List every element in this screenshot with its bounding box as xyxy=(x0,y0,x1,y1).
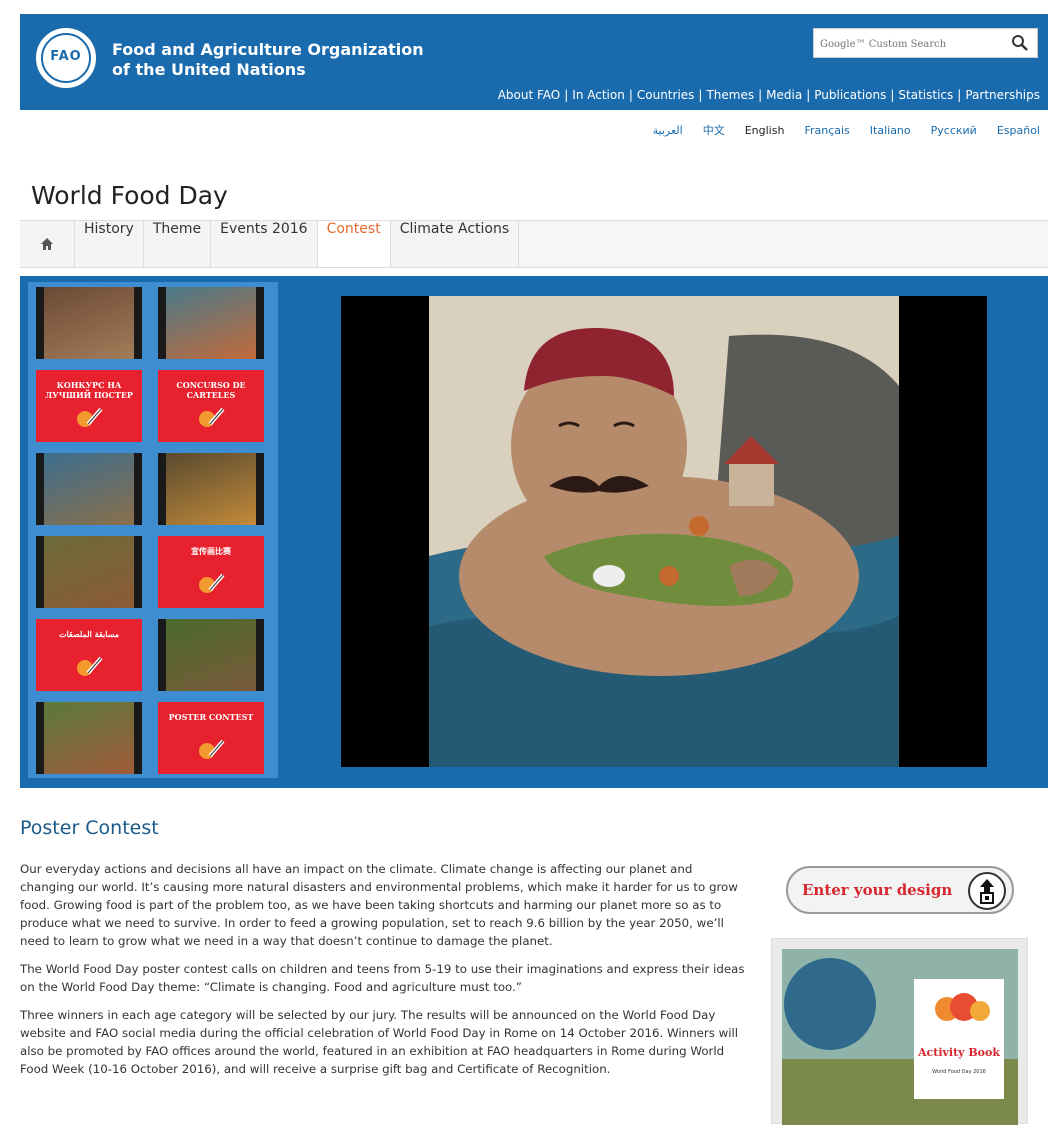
pencil-icon xyxy=(77,407,103,427)
thumbnail-image xyxy=(44,702,134,774)
gallery-thumbnail[interactable] xyxy=(36,702,142,774)
thumbnail-label: КОНКУРС НА ЛУЧШИЙ ПОСТЕР xyxy=(45,380,133,400)
nav-link-publications[interactable]: Publications xyxy=(814,88,886,102)
paragraph: Three winners in each age category will … xyxy=(20,1008,739,1076)
gallery-thumbnail[interactable] xyxy=(158,453,264,525)
search-box xyxy=(813,28,1038,58)
nav-separator: | xyxy=(957,88,962,102)
site-header: FAO Food and Agriculture Organization of… xyxy=(20,14,1048,110)
gallery-thumbnail[interactable]: مسابقة الملصقات xyxy=(36,619,142,691)
org-name-line1: Food and Agriculture Organization xyxy=(112,40,424,59)
thumbnail-image xyxy=(166,453,256,525)
nav-link-media[interactable]: Media xyxy=(766,88,802,102)
nav-separator: | xyxy=(628,88,633,102)
nav-link-partnerships[interactable]: Partnerships xyxy=(965,88,1040,102)
nav-link-countries[interactable]: Countries xyxy=(637,88,695,102)
thumbnail-image: مسابقة الملصقات xyxy=(36,619,142,691)
language-selector: العربية 中文 English Français Italiano Русский E… xyxy=(633,122,1040,138)
search-icon[interactable] xyxy=(1011,34,1029,52)
language-option[interactable]: 中文 xyxy=(703,124,725,137)
language-option[interactable]: Русский xyxy=(931,124,977,137)
gallery-thumbnail[interactable] xyxy=(36,287,142,359)
gallery-thumbnail[interactable]: КОНКУРС НА ЛУЧШИЙ ПОСТЕР xyxy=(36,370,142,442)
featured-poster[interactable] xyxy=(341,296,987,767)
thumbnail-image xyxy=(44,287,134,359)
pencil-icon xyxy=(77,656,103,676)
nav-separator: | xyxy=(806,88,811,102)
nav-link-about-fao[interactable]: About FAO xyxy=(498,88,561,102)
thumbnail-label: 宣传画比赛 xyxy=(191,546,231,556)
thumbnail-label: CONCURSO DE CARTELES xyxy=(176,380,246,400)
poster-gallery: КОНКУРС НА ЛУЧШИЙ ПОСТЕР CONCURSO DE CART… xyxy=(20,276,1048,788)
tab-contest[interactable]: Contest xyxy=(317,221,391,267)
pencil-icon xyxy=(199,573,225,593)
language-option[interactable]: العربية xyxy=(653,124,683,137)
pencil-icon xyxy=(199,739,225,759)
tab-history[interactable]: History xyxy=(75,221,144,267)
activity-book-title: Activity Book xyxy=(917,1046,1000,1059)
nav-link-themes[interactable]: Themes xyxy=(706,88,754,102)
activity-book-subtitle: World Food Day 2016 xyxy=(932,1069,986,1075)
gallery-thumbnail[interactable]: CONCURSO DE CARTELES xyxy=(158,370,264,442)
thumbnail-image: POSTER CONTEST xyxy=(158,702,264,774)
section-title: Poster Contest xyxy=(20,817,159,839)
thumbnail-image xyxy=(44,453,134,525)
paragraph: The World Food Day poster contest calls … xyxy=(20,962,745,994)
fao-logo[interactable]: FAO xyxy=(36,28,96,88)
featured-poster-image xyxy=(429,296,899,767)
language-option[interactable]: Français xyxy=(804,124,849,137)
sub-navigation: History Theme Events 2016 Contest Climate Ac… xyxy=(20,220,1048,268)
nav-separator: | xyxy=(698,88,703,102)
gallery-thumbnail[interactable] xyxy=(158,287,264,359)
nav-separator: | xyxy=(564,88,569,102)
nav-link-statistics[interactable]: Statistics xyxy=(898,88,953,102)
pencil-icon xyxy=(199,407,225,427)
thumbnail-image: CONCURSO DE CARTELES xyxy=(158,370,264,442)
enter-button-label: Enter your design xyxy=(802,881,953,899)
activity-book-cover: Activity Book World Food Day 2016 xyxy=(782,949,1018,1125)
upload-icon xyxy=(968,872,1006,910)
thumbnail-image xyxy=(166,287,256,359)
thumbnail-label: مسابقة الملصقات xyxy=(58,629,120,639)
home-icon xyxy=(41,238,53,250)
thumbnail-image xyxy=(166,619,256,691)
language-option[interactable]: Español xyxy=(997,124,1040,137)
thumbnail-image xyxy=(44,536,134,608)
tab-climate-actions[interactable]: Climate Actions xyxy=(390,221,520,267)
nav-link-in-action[interactable]: In Action xyxy=(572,88,625,102)
thumbnail-label: POSTER CONTEST xyxy=(168,712,254,722)
tab-events-2016[interactable]: Events 2016 xyxy=(211,221,318,267)
top-nav: About FAO | In Action | Countries | Themes | Med… xyxy=(498,88,1040,102)
gallery-thumbnail[interactable]: POSTER CONTEST xyxy=(158,702,264,774)
paragraph: Our everyday actions and decisions all h… xyxy=(20,862,738,948)
contest-description: Our everyday actions and decisions all h… xyxy=(20,860,750,1088)
search-input[interactable] xyxy=(820,34,1000,54)
org-name[interactable]: Food and Agriculture Organization of the… xyxy=(112,40,424,80)
page-title: World Food Day xyxy=(31,181,228,210)
thumbnail-image: КОНКУРС НА ЛУЧШИЙ ПОСТЕР xyxy=(36,370,142,442)
gallery-thumbnail[interactable] xyxy=(36,453,142,525)
language-option[interactable]: English xyxy=(745,124,785,137)
tab-theme[interactable]: Theme xyxy=(143,221,212,267)
tab-home[interactable] xyxy=(20,221,75,267)
thumbnail-image: 宣传画比赛 xyxy=(158,536,264,608)
gallery-thumbnail[interactable] xyxy=(158,619,264,691)
nav-separator: | xyxy=(890,88,895,102)
logo-text: FAO xyxy=(50,49,82,64)
language-option[interactable]: Italiano xyxy=(870,124,911,137)
activity-book-promo[interactable]: Activity Book World Food Day 2016 xyxy=(771,938,1028,1125)
org-name-line2: of the United Nations xyxy=(112,60,306,79)
thumbnail-strip: КОНКУРС НА ЛУЧШИЙ ПОСТЕР CONCURSO DE CART… xyxy=(28,282,278,778)
gallery-thumbnail[interactable]: 宣传画比赛 xyxy=(158,536,264,608)
nav-separator: | xyxy=(758,88,763,102)
enter-your-design-button[interactable]: Enter your design xyxy=(786,866,1014,914)
gallery-thumbnail[interactable] xyxy=(36,536,142,608)
